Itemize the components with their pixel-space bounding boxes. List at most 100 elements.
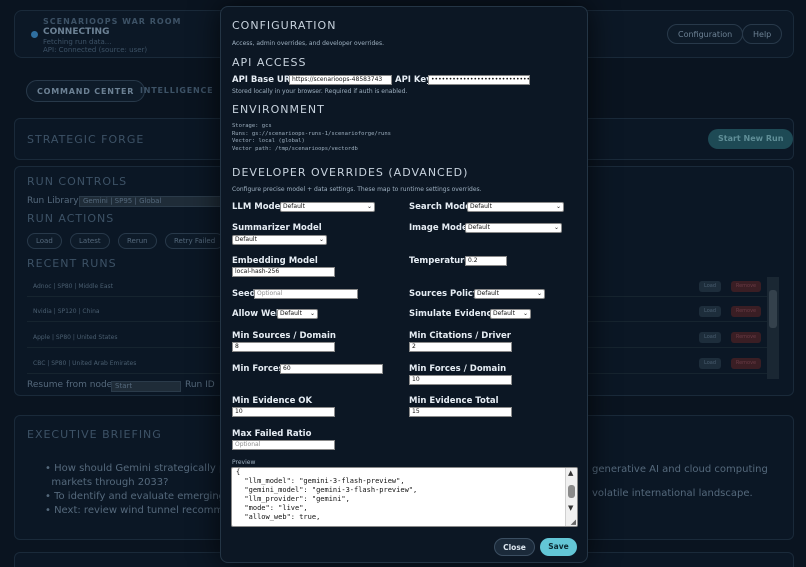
sources-policy-label: Sources Policy [409,289,479,299]
strategic-forge-title: STRATEGIC FORGE [27,133,145,146]
env-vector: Vector: local (global) [232,138,305,144]
preview-scroll-thumb[interactable] [568,485,575,498]
env-storage: Storage: gcs [232,123,272,129]
recent-runs-scroll-thumb[interactable] [769,290,777,328]
preview-line: "gemini_model": "gemini-3-flash-preview"… [236,486,418,494]
configuration-button[interactable]: Configuration [667,24,744,44]
chevron-down-icon: ⌄ [555,203,561,210]
status-detail: Fetching run data... [43,38,112,46]
env-runs: Runs: gs://scenarioops-runs-1/scenariofo… [232,130,391,137]
modal-title: CONFIGURATION [232,19,337,32]
allow-web-label: Allow Web [232,309,282,319]
simulate-evidence-select[interactable]: Default ⌄ [490,309,531,319]
close-button[interactable]: Close [494,538,535,556]
llm-model-select[interactable]: Default ⌄ [280,202,375,212]
connection-status: CONNECTING [43,27,110,37]
list-item: • How should Gemini strategically pos [45,463,237,474]
chevron-down-icon: ⌄ [536,290,542,297]
min-forces-domain-input[interactable]: 10 [409,375,512,385]
min-evidence-total-label: Min Evidence Total [409,396,499,406]
min-evidence-ok-input[interactable]: 10 [232,407,335,417]
api-base-url-input[interactable]: https://scenarioops-48583743 [289,75,392,85]
max-failed-ratio-input[interactable]: Optional [232,440,335,450]
preview-textarea[interactable]: { "llm_model": "gemini-3-flash-preview",… [231,467,578,527]
min-forces-domain-label: Min Forces / Domain [409,364,507,374]
help-button[interactable]: Help [742,24,783,44]
seed-input[interactable]: Optional [254,289,358,299]
tab-command-center[interactable]: COMMAND CENTER [26,80,146,102]
list-item: markets through 2033? [51,477,169,488]
run-remove-button[interactable]: Remove [731,281,761,292]
min-evidence-total-input[interactable]: 15 [409,407,512,417]
preview-line: "mode": "live", [236,504,308,512]
developer-overrides-heading: DEVELOPER OVERRIDES (ADVANCED) [232,166,469,179]
run-label: Nvidia | SP120 | China [33,308,100,315]
image-model-label: Image Model [409,223,471,233]
min-forces-input[interactable]: 60 [280,364,383,374]
simulate-evidence-label: Simulate Evidence [409,309,498,319]
executive-briefing-title: EXECUTIVE BRIEFING [27,428,162,441]
tab-intelligence[interactable]: INTELLIGENCE [130,80,223,102]
max-failed-ratio-label: Max Failed Ratio [232,429,312,439]
run-library-select[interactable]: Gemini | SP95 | Global [79,196,221,207]
environment-heading: ENVIRONMENT [232,103,325,116]
allow-web-select[interactable]: Default ⌄ [277,309,318,319]
run-remove-button[interactable]: Remove [731,306,761,317]
temperature-input[interactable]: 0.2 [465,256,507,266]
api-base-url-label: API Base URL [232,75,296,85]
min-sources-domain-input[interactable]: 8 [232,342,335,352]
min-citations-driver-label: Min Citations / Driver [409,331,511,341]
api-status: API: Connected (source: user) [43,46,148,54]
embedding-model-input[interactable]: local-hash-256 [232,267,335,277]
latest-button[interactable]: Latest [70,233,110,249]
api-key-input[interactable]: •••••••••••••••••••••••••••••••••••••••• [428,75,530,85]
recent-runs-title: RECENT RUNS [27,257,117,270]
summarizer-model-select[interactable]: Default ⌄ [232,235,327,245]
env-vector-path: Vector path: /tmp/scenarioops/vectordb [232,145,358,152]
run-controls-title: RUN CONTROLS [27,175,128,188]
search-model-select[interactable]: Default ⌄ [467,202,564,212]
sources-policy-select[interactable]: Default ⌄ [474,289,545,299]
briefing-text-fragment: volatile international landscape. [592,488,753,499]
min-forces-label: Min Forces [232,364,284,374]
scroll-up-icon[interactable]: ▲ [568,469,573,477]
run-library-label: Run Library [27,196,79,206]
min-sources-domain-label: Min Sources / Domain [232,331,336,341]
chevron-down-icon: ⌄ [522,310,528,317]
app-title: SCENARIOOPS WAR ROOM [43,17,182,26]
image-model-select[interactable]: Default ⌄ [465,223,562,233]
temperature-label: Temperature [409,256,471,266]
run-load-button[interactable]: Load [699,306,721,317]
run-label: Apple | SP80 | United States [33,334,118,341]
list-item: • Next: review wind tunnel recommen [45,505,236,516]
run-actions-title: RUN ACTIONS [27,212,115,225]
load-button[interactable]: Load [27,233,62,249]
run-remove-button[interactable]: Remove [731,358,761,369]
min-citations-driver-input[interactable]: 2 [409,342,512,352]
preview-label: Preview [232,459,256,466]
resume-node-label: Resume from node [27,380,113,390]
run-label: Adnoc | SP80 | Middle East [33,283,113,290]
api-access-note: Stored locally in your browser. Required… [232,88,408,95]
save-button[interactable]: Save [540,538,577,556]
run-load-button[interactable]: Load [699,332,721,343]
retry-failed-button[interactable]: Retry Failed [165,233,225,249]
configuration-modal: CONFIGURATION Access, admin overrides, a… [220,6,588,563]
modal-description: Access, admin overrides, and developer o… [232,40,385,47]
summarizer-model-label: Summarizer Model [232,223,322,233]
list-item: • To identify and evaluate emerging g [45,491,235,502]
preview-line: "llm_provider": "gemini", [236,495,350,503]
run-load-button[interactable]: Load [699,281,721,292]
search-model-label: Search Model [409,202,474,212]
status-dot-icon [31,31,38,38]
start-new-run-button[interactable]: Start New Run [708,129,794,149]
run-id-label: Run ID [185,380,215,390]
resume-node-select[interactable]: Start [111,381,181,392]
run-remove-button[interactable]: Remove [731,332,761,343]
min-evidence-ok-label: Min Evidence OK [232,396,313,406]
resize-grip-icon[interactable]: ◢ [571,518,576,526]
run-label: CBC | SP80 | United Arab Emirates [33,360,137,367]
scroll-down-icon[interactable]: ▼ [568,504,573,512]
rerun-button[interactable]: Rerun [118,233,157,249]
run-load-button[interactable]: Load [699,358,721,369]
